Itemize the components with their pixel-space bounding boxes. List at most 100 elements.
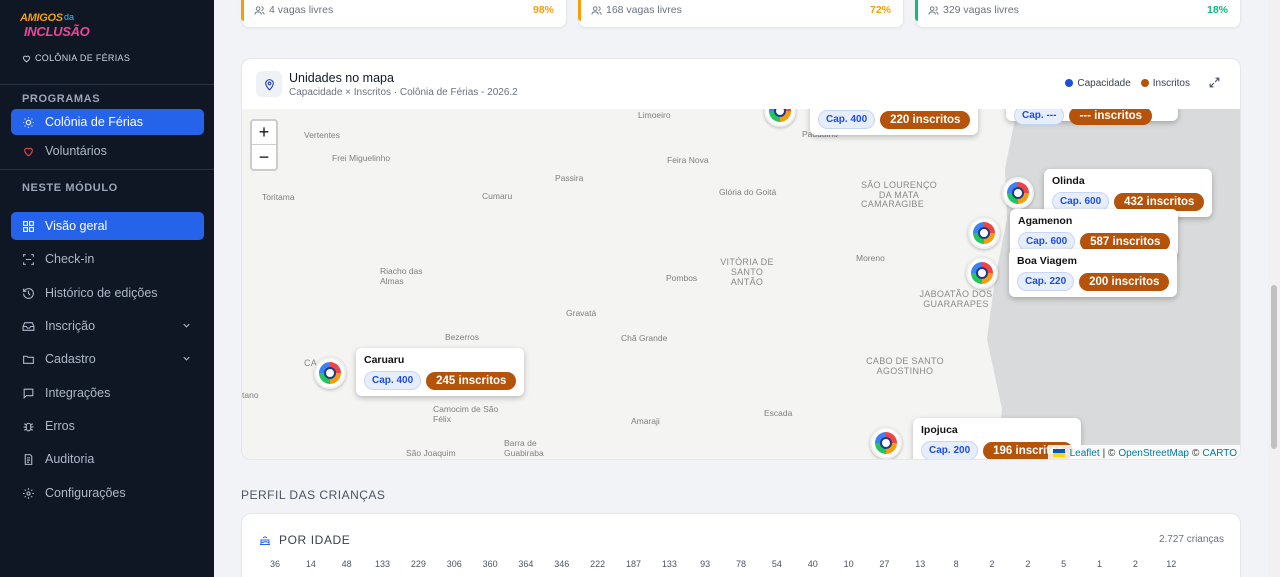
nav-configuracoes[interactable]: Configurações bbox=[11, 480, 204, 506]
nav-label: Voluntários bbox=[45, 144, 107, 158]
age-count: 93 bbox=[700, 559, 711, 569]
unit-name: Olinda bbox=[1052, 175, 1085, 187]
nav-erros[interactable]: Erros bbox=[11, 413, 204, 439]
unit-marker[interactable] bbox=[870, 427, 902, 459]
app-logo[interactable]: AMIGOS da INCLUSÃO bbox=[20, 12, 90, 44]
enrolled-badge: --- inscritos bbox=[1069, 109, 1153, 125]
unit-popup[interactable]: Boa Viagem Cap. 220 200 inscritos bbox=[1009, 249, 1178, 297]
map-legend: Capacidade Inscritos bbox=[1065, 78, 1190, 89]
legend-dot bbox=[1065, 79, 1074, 87]
capacity-badge: Cap. 400 bbox=[364, 371, 422, 390]
stat-vagas-text: 329 vagas livres bbox=[943, 4, 1019, 16]
osm-link[interactable]: OpenStreetMap bbox=[1118, 448, 1189, 459]
carto-link[interactable]: CARTO bbox=[1202, 448, 1237, 459]
unit-name: Boa Viagem bbox=[1017, 255, 1077, 267]
unit-popup[interactable]: Cap. 400 220 inscritos bbox=[810, 109, 979, 135]
heart-handshake-icon bbox=[21, 144, 35, 158]
legend-capacidade: Capacidade bbox=[1065, 78, 1131, 89]
nav-cadastro[interactable]: Cadastro bbox=[11, 346, 204, 372]
unit-marker[interactable] bbox=[764, 109, 796, 127]
map-town: Bezerros bbox=[445, 332, 480, 342]
map-attribution: Leaflet | © OpenStreetMap © CARTO bbox=[1047, 445, 1240, 459]
nav-label: Cadastro bbox=[45, 352, 96, 366]
unit-logo-icon bbox=[875, 432, 897, 454]
unit-badges: Cap. --- --- inscritos bbox=[1014, 109, 1170, 125]
stat-vagas: 329 vagas livres bbox=[928, 4, 1019, 16]
scrollbar-thumb[interactable] bbox=[1271, 285, 1277, 449]
stat-accent bbox=[915, 0, 918, 21]
unit-popup[interactable]: Caruaru Cap. 400 245 inscritos bbox=[356, 348, 525, 396]
stat-accent bbox=[578, 0, 581, 21]
capacity-badge: Cap. --- bbox=[1014, 109, 1065, 125]
age-count: 133 bbox=[661, 559, 677, 569]
stat-card: 329 vagas livres 18% bbox=[915, 0, 1241, 28]
age-count: 27 bbox=[879, 559, 890, 569]
chevron-down-icon[interactable] bbox=[181, 320, 192, 334]
leaflet-link[interactable]: Leaflet bbox=[1070, 448, 1100, 459]
age-count: 40 bbox=[807, 559, 818, 569]
age-count: 14 bbox=[305, 559, 316, 569]
age-count: 187 bbox=[625, 559, 642, 569]
zoom-out-button[interactable]: − bbox=[252, 145, 276, 169]
heart-icon bbox=[23, 55, 30, 62]
zoom-in-button[interactable]: + bbox=[252, 121, 276, 145]
age-count: 2 bbox=[989, 559, 995, 569]
unit-marker[interactable] bbox=[314, 357, 346, 389]
capacity-badge: Cap. 200 bbox=[921, 441, 979, 459]
capacity-badge: Cap. 400 bbox=[818, 110, 876, 129]
age-count: 48 bbox=[341, 559, 352, 569]
legend-inscritos: Inscritos bbox=[1140, 78, 1190, 89]
map-town: Passira bbox=[555, 173, 584, 183]
map-town: Moreno bbox=[856, 253, 885, 263]
nav-label: Check-in bbox=[45, 252, 95, 266]
age-count: 360 bbox=[482, 559, 498, 569]
nav-label: Configurações bbox=[45, 486, 126, 500]
nav-visao-geral[interactable]: Visão geral bbox=[11, 212, 204, 240]
unit-logo-icon bbox=[1007, 182, 1029, 204]
map-town: Camocim de São Félix bbox=[433, 404, 499, 424]
map-town: Feira Nova bbox=[667, 155, 709, 165]
map-header: Unidades no mapa Capacidade × Inscritos … bbox=[242, 59, 1240, 109]
age-count: 1 bbox=[1097, 559, 1103, 569]
unit-marker[interactable] bbox=[968, 217, 1000, 249]
attribution-copy: © bbox=[1191, 447, 1200, 459]
chevron-down-icon[interactable] bbox=[181, 353, 192, 367]
unit-logo-icon bbox=[769, 109, 791, 122]
history-icon bbox=[21, 286, 35, 300]
logo-text-top: AMIGOS bbox=[20, 12, 63, 24]
stat-percent: 72% bbox=[869, 4, 891, 16]
age-count: 54 bbox=[771, 559, 782, 569]
sidebar: AMIGOS da INCLUSÃO COLÔNIA DE FÉRIAS PRO… bbox=[0, 0, 214, 577]
nav-inscricao[interactable]: Inscrição bbox=[11, 313, 204, 339]
nav-label: Inscrição bbox=[45, 319, 96, 333]
nav-integracoes[interactable]: Integrações bbox=[11, 380, 204, 406]
expand-icon[interactable] bbox=[1208, 76, 1221, 94]
age-count: 2 bbox=[1132, 559, 1138, 569]
age-count: 78 bbox=[736, 559, 747, 569]
map-area[interactable]: Limoeiro Paudalho Vertentes Frei Migueli… bbox=[242, 109, 1240, 459]
stat-card: 4 vagas livres 98% bbox=[241, 0, 567, 28]
page-scrollbar[interactable] bbox=[1268, 0, 1280, 577]
map-city: VITÓRIA DE SANTO ANTÃO bbox=[720, 257, 774, 287]
unit-marker[interactable] bbox=[966, 257, 998, 289]
nav-historico[interactable]: Histórico de edições bbox=[11, 280, 204, 306]
map-town: Pombos bbox=[666, 273, 698, 283]
map-pin-icon bbox=[256, 71, 282, 97]
unit-badges: Cap. 400 245 inscritos bbox=[364, 371, 517, 390]
sun-icon bbox=[21, 115, 35, 129]
nav-label: Colônia de Férias bbox=[45, 115, 143, 129]
map-town: Vertentes bbox=[304, 130, 340, 140]
map-city: CAMARAGIBE bbox=[861, 199, 925, 209]
zoom-control: + − bbox=[250, 119, 278, 171]
nav-voluntarios[interactable]: Voluntários bbox=[11, 138, 204, 164]
nav-auditoria[interactable]: Auditoria bbox=[11, 446, 204, 472]
subtitle-text: COLÔNIA DE FÉRIAS bbox=[35, 53, 131, 63]
legend-dot bbox=[1140, 79, 1149, 87]
nav-check-in[interactable]: Check-in bbox=[11, 246, 204, 272]
idade-title: POR IDADE bbox=[279, 533, 351, 547]
nav-colonia-de-ferias[interactable]: Colônia de Férias bbox=[11, 109, 204, 135]
logo-text-bottom: INCLUSÃO bbox=[24, 24, 90, 39]
unit-popup[interactable]: Cap. --- --- inscritos bbox=[1006, 109, 1178, 125]
unit-marker[interactable] bbox=[1002, 177, 1034, 209]
users-icon bbox=[591, 5, 602, 15]
